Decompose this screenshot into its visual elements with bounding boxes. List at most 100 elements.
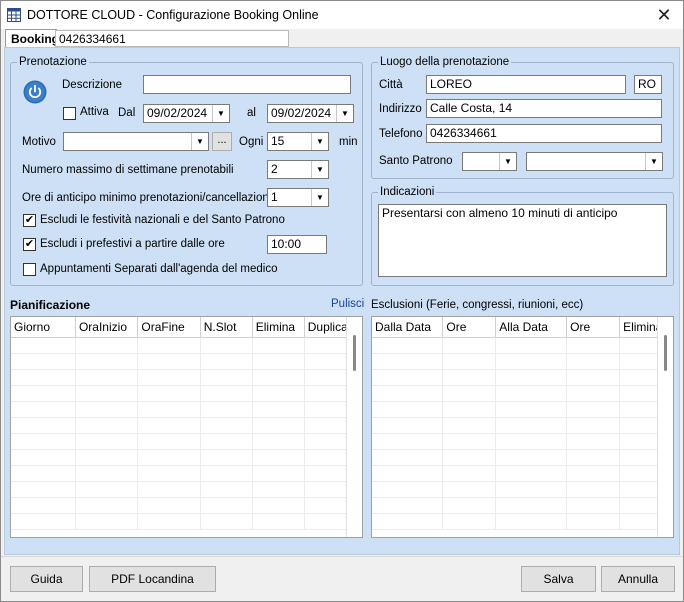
indicazioni-textarea[interactable]: Presentarsi con almeno 10 minuti di anti… xyxy=(378,204,667,277)
table-row xyxy=(372,369,673,386)
table-row xyxy=(372,417,673,434)
tab-booking[interactable]: Booking xyxy=(5,29,59,48)
motivo-label: Motivo xyxy=(22,136,56,148)
table-row xyxy=(11,417,362,434)
prefestivi-time-input[interactable]: 10:00 xyxy=(267,235,327,254)
power-icon[interactable] xyxy=(23,80,47,104)
min-label: min xyxy=(339,136,358,148)
indirizzo-input[interactable]: Calle Costa, 14 xyxy=(426,99,662,118)
col-orainizio[interactable]: OraInizio xyxy=(75,317,139,338)
table-row xyxy=(372,497,673,514)
chevron-down-icon[interactable]: ▼ xyxy=(311,161,328,178)
provincia-input[interactable]: RO xyxy=(634,75,662,94)
al-label: al xyxy=(247,107,256,119)
dal-date-picker[interactable]: 09/02/2024 ▼ xyxy=(143,104,230,123)
table-row xyxy=(11,481,362,498)
col-nslot[interactable]: N.Slot xyxy=(200,317,253,338)
attiva-checkbox[interactable] xyxy=(63,107,76,120)
descrizione-input[interactable] xyxy=(143,75,351,94)
col-orafine[interactable]: OraFine xyxy=(137,317,201,338)
pianificazione-title: Pianificazione xyxy=(10,298,91,312)
table-row xyxy=(11,401,362,418)
indirizzo-label: Indirizzo xyxy=(379,103,422,115)
table-row xyxy=(11,353,362,370)
esclusioni-grid[interactable]: Dalla Data Ore Alla Data Ore Elimina xyxy=(371,316,674,538)
col-ore-end[interactable]: Ore xyxy=(566,317,621,338)
grid-app-icon xyxy=(7,8,21,22)
settimane-label: Numero massimo di settimane prenotabili xyxy=(22,164,234,176)
dal-date-value: 09/02/2024 xyxy=(147,106,208,120)
motivo-browse-button[interactable]: ... xyxy=(212,132,232,151)
chevron-down-icon[interactable]: ▼ xyxy=(499,153,516,170)
table-row xyxy=(372,513,673,530)
booking-id-field: 0426334661 xyxy=(55,30,289,47)
prenotazione-legend: Prenotazione xyxy=(19,56,87,68)
main-window: DOTTORE CLOUD - Configurazione Booking O… xyxy=(0,0,684,602)
table-row xyxy=(11,337,362,354)
ogni-select[interactable]: 15 ▼ xyxy=(267,132,329,151)
chevron-down-icon[interactable]: ▼ xyxy=(645,153,662,170)
guida-button[interactable]: Guida xyxy=(10,566,83,592)
pianificazione-header-row: Giorno OraInizio OraFine N.Slot Elimina … xyxy=(11,317,362,338)
chevron-down-icon[interactable]: ▼ xyxy=(212,105,229,122)
esclusioni-table: Dalla Data Ore Alla Data Ore Elimina xyxy=(372,317,673,530)
table-row xyxy=(372,337,673,354)
pianificazione-body xyxy=(11,337,362,530)
table-row xyxy=(11,449,362,466)
esclusioni-body xyxy=(372,337,673,530)
ogni-value: 15 xyxy=(271,134,285,148)
indicazioni-legend: Indicazioni xyxy=(380,186,435,198)
anticipo-value: 1 xyxy=(271,190,278,204)
window-title: DOTTORE CLOUD - Configurazione Booking O… xyxy=(27,8,319,22)
col-dalla-data[interactable]: Dalla Data xyxy=(372,317,444,338)
table-row xyxy=(372,449,673,466)
appuntamenti-checkbox[interactable] xyxy=(23,263,36,276)
al-date-value: 09/02/2024 xyxy=(271,106,332,120)
table-row xyxy=(11,465,362,482)
col-giorno[interactable]: Giorno xyxy=(11,317,76,338)
col-elimina[interactable]: Elimina xyxy=(252,317,305,338)
pdf-locandina-button[interactable]: PDF Locandina xyxy=(89,566,216,592)
al-date-picker[interactable]: 09/02/2024 ▼ xyxy=(267,104,354,123)
esclusioni-scrollbar[interactable] xyxy=(657,317,673,537)
santo-patrono-label: Santo Patrono xyxy=(379,155,453,167)
citta-label: Città xyxy=(379,79,403,91)
telefono-input[interactable]: 0426334661 xyxy=(426,124,662,143)
dal-label: Dal xyxy=(118,107,136,119)
salva-button[interactable]: Salva xyxy=(521,566,596,592)
esclusioni-header-row: Dalla Data Ore Alla Data Ore Elimina xyxy=(372,317,673,338)
scrollbar-thumb[interactable] xyxy=(353,335,356,371)
ogni-label: Ogni xyxy=(239,136,264,148)
settimane-value: 2 xyxy=(271,162,278,176)
pianificazione-grid[interactable]: Giorno OraInizio OraFine N.Slot Elimina … xyxy=(10,316,363,538)
anticipo-label: Ore di anticipo minimo prenotazioni/canc… xyxy=(22,192,272,204)
scrollbar-thumb[interactable] xyxy=(664,335,667,371)
santo-month-select[interactable]: ▼ xyxy=(526,152,663,171)
col-alla-data[interactable]: Alla Data xyxy=(495,317,568,338)
settimane-select[interactable]: 2 ▼ xyxy=(267,160,329,179)
escludi-prefestivi-checkbox[interactable]: ✔ xyxy=(23,238,36,251)
table-row xyxy=(11,433,362,450)
descrizione-label: Descrizione xyxy=(62,79,123,91)
luogo-legend: Luogo della prenotazione xyxy=(380,56,510,68)
pulisci-link[interactable]: Pulisci xyxy=(331,298,364,310)
citta-input[interactable]: LOREO xyxy=(426,75,626,94)
table-row xyxy=(372,401,673,418)
chevron-down-icon[interactable]: ▼ xyxy=(336,105,353,122)
annulla-button[interactable]: Annulla xyxy=(601,566,675,592)
pianificazione-scrollbar[interactable] xyxy=(346,317,362,537)
chevron-down-icon[interactable]: ▼ xyxy=(311,189,328,206)
telefono-label: Telefono xyxy=(379,128,423,140)
escludi-festivita-checkbox[interactable]: ✔ xyxy=(23,214,36,227)
chevron-down-icon[interactable]: ▼ xyxy=(311,133,328,150)
motivo-select[interactable]: ▼ xyxy=(63,132,209,151)
col-ore-start[interactable]: Ore xyxy=(442,317,497,338)
table-row xyxy=(11,369,362,386)
chevron-down-icon[interactable]: ▼ xyxy=(191,133,208,150)
table-row xyxy=(11,497,362,514)
close-icon[interactable]: ✕ xyxy=(651,4,677,26)
escludi-prefestivi-label: Escludi i prefestivi a partire dalle ore xyxy=(40,238,225,250)
footer-separator xyxy=(1,556,683,557)
santo-day-select[interactable]: ▼ xyxy=(462,152,517,171)
anticipo-select[interactable]: 1 ▼ xyxy=(267,188,329,207)
